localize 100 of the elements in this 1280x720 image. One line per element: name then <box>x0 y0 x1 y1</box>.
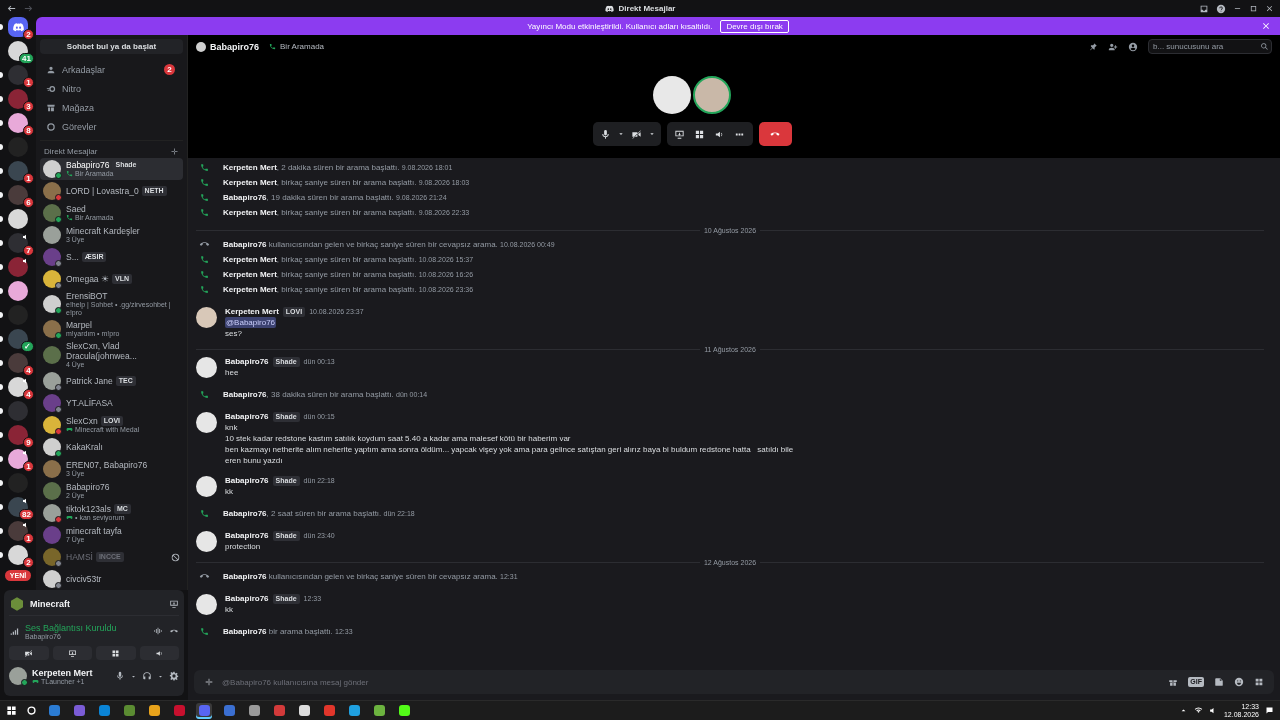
message-text: kk <box>225 486 234 497</box>
server-icon[interactable] <box>8 377 28 397</box>
avatar <box>43 226 61 244</box>
phone-icon <box>200 509 209 518</box>
message-text: 10 stek kadar redstone kastım satılık koydum saat 5.40 a kadar ama malesef kötü bir haberim var <box>225 433 572 444</box>
avatar <box>43 394 61 412</box>
phone-icon <box>200 285 209 294</box>
disable-button[interactable]: Devre dışı bırak <box>720 19 789 33</box>
avatar <box>43 270 61 288</box>
server-icon[interactable] <box>8 209 28 229</box>
notification-icon[interactable] <box>1265 706 1274 715</box>
inbox-icon[interactable] <box>1199 3 1209 14</box>
friends-icon <box>46 64 56 75</box>
mention[interactable]: @Babapiro76 <box>225 317 277 328</box>
app-icon[interactable] <box>196 702 212 719</box>
avatar <box>196 531 217 552</box>
user-name: Marpel <box>66 320 92 330</box>
phone-icon <box>200 390 209 399</box>
badge: 4 <box>23 389 34 400</box>
server-icon[interactable] <box>8 329 28 349</box>
settings-icon[interactable] <box>169 671 179 681</box>
emoji-icon[interactable] <box>1234 677 1244 687</box>
search-field[interactable]: b... sunucusunu ara <box>1148 39 1272 54</box>
author-name: Babapiro76 <box>225 594 269 603</box>
microphone-icon <box>600 128 611 140</box>
dm-item[interactable]: civciv53tr <box>40 568 183 590</box>
close-icon[interactable] <box>1265 4 1274 13</box>
screen-share-icon[interactable] <box>169 599 179 609</box>
user-name: Kerpeten Mert <box>32 667 94 678</box>
phone-icon <box>200 627 209 636</box>
avatar <box>196 476 217 497</box>
app-icon[interactable] <box>371 702 387 719</box>
headset-icon[interactable] <box>142 671 152 681</box>
home-button[interactable] <box>8 17 28 37</box>
nav-item[interactable]: Nitro <box>40 79 183 98</box>
profile-icon[interactable] <box>1128 41 1138 52</box>
message-text: knk <box>225 422 239 433</box>
server-icon[interactable] <box>8 281 28 301</box>
badge: 9 <box>23 437 34 448</box>
dm-item[interactable]: YT.ALİFASA <box>40 392 183 414</box>
badge: 2 <box>23 29 34 40</box>
hang-up-button[interactable] <box>758 122 792 146</box>
screen-share-button[interactable] <box>52 646 92 660</box>
screen-share-icon <box>674 128 685 140</box>
back-arrow-icon[interactable] <box>6 3 17 14</box>
app-icon[interactable] <box>246 702 262 719</box>
server-icon[interactable] <box>8 113 28 133</box>
maximize-icon[interactable] <box>1249 4 1258 13</box>
waveform-icon[interactable] <box>153 626 163 636</box>
search-button[interactable]: Sohbet bul ya da başlat <box>40 39 183 54</box>
user-name: Babapiro76 <box>66 160 110 170</box>
server-icon[interactable] <box>8 545 28 565</box>
add-friend-icon[interactable] <box>1108 41 1118 52</box>
app-icon[interactable] <box>396 702 412 719</box>
nav-item[interactable]: Arkadaşlar 2 <box>40 60 183 79</box>
app-icon[interactable] <box>296 702 312 719</box>
wifi-icon[interactable] <box>1193 706 1203 715</box>
discord-logo-icon <box>604 3 615 14</box>
server-icon[interactable] <box>8 449 28 469</box>
user-name: Saed <box>66 204 86 214</box>
avatar <box>196 307 217 328</box>
user-name: tiktok123als <box>66 504 111 514</box>
start-icon[interactable] <box>6 705 17 716</box>
phone-icon <box>200 208 209 217</box>
app-icon[interactable] <box>346 702 362 719</box>
sticker-icon[interactable] <box>1214 677 1224 687</box>
screen-share-icon <box>67 648 77 658</box>
gift-icon[interactable] <box>1168 677 1179 687</box>
camera-button[interactable] <box>9 646 49 660</box>
help-icon[interactable] <box>1216 3 1226 14</box>
pin-icon[interactable] <box>1088 41 1098 52</box>
avatar <box>43 346 61 364</box>
avatar <box>43 482 61 500</box>
user-name: minecraft tayfa <box>66 526 122 536</box>
user-name: LORD | Lovastra_0 <box>66 186 139 196</box>
avatar <box>43 504 61 522</box>
avatar <box>43 295 61 313</box>
avatar <box>196 41 206 52</box>
user-name: civciv53tr <box>66 574 102 584</box>
activities-button[interactable] <box>96 646 136 660</box>
badge: 2 <box>164 64 175 75</box>
apps-icon[interactable] <box>1254 677 1264 687</box>
server-icon[interactable] <box>8 521 28 541</box>
user-name: SlexCxn, Vlad Dracula(johnwea... <box>66 341 138 361</box>
phone-icon <box>200 255 209 264</box>
app-icon[interactable] <box>146 702 162 719</box>
server-icon[interactable] <box>8 233 28 253</box>
nav-item[interactable]: Mağaza <box>40 98 183 117</box>
user-name: ErensiBOT <box>66 291 108 301</box>
discord-logo-icon <box>11 20 25 34</box>
user-name: KakaKralı <box>66 442 103 452</box>
microphone-icon[interactable] <box>115 671 125 681</box>
close-icon[interactable] <box>1261 21 1271 31</box>
dm-item[interactable]: KakaKralı <box>40 436 183 458</box>
message-input[interactable]: @Babapiro76 kullanıcısına mesaj gönder <box>222 677 1161 687</box>
badge: 7 <box>23 245 34 256</box>
nav-item[interactable]: Görevler <box>40 117 183 136</box>
plus-icon[interactable] <box>170 147 179 156</box>
phone-icon <box>200 163 209 172</box>
camera-off-icon <box>24 648 34 658</box>
